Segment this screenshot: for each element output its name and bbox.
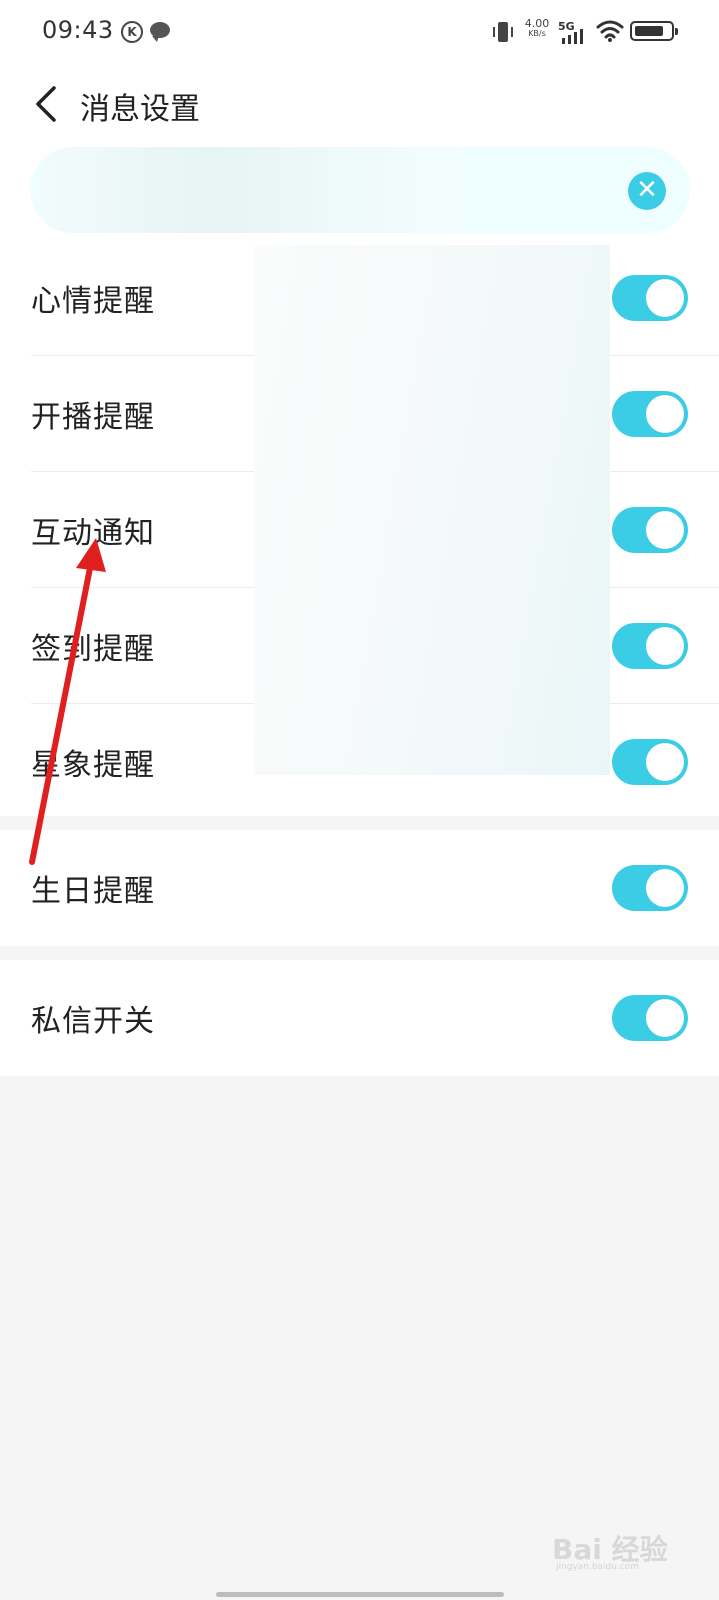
mood-reminder-toggle[interactable] [612, 275, 688, 321]
setting-row-birthday: 生日提醒 [0, 830, 719, 946]
setting-label: 开播提醒 [31, 400, 155, 435]
back-arrow-icon[interactable] [32, 84, 62, 124]
vibrate-icon [493, 22, 513, 42]
settings-group-private-message: 私信开关 [0, 960, 719, 1076]
app-header: 消息设置 [0, 64, 719, 144]
page-title: 消息设置 [80, 92, 200, 127]
setting-label: 签到提醒 [31, 632, 155, 667]
screen: 09:43 K 4.00 KB/s 5G 消息设置 ✕ 心情提醒 开播提醒 互动… [0, 0, 719, 1600]
status-time: 09:43 [42, 16, 114, 44]
setting-label: 星象提醒 [31, 748, 155, 783]
checkin-reminder-toggle[interactable] [612, 623, 688, 669]
banner-close-icon[interactable]: ✕ [628, 172, 666, 210]
setting-row-private-message: 私信开关 [0, 960, 719, 1076]
setting-label: 生日提醒 [31, 874, 155, 909]
wifi-icon [596, 20, 624, 42]
network-speed-unit: KB/s [528, 29, 546, 38]
chat-bubble-icon [150, 22, 170, 42]
promo-banner[interactable] [30, 147, 690, 233]
setting-label: 互动通知 [31, 516, 155, 551]
blurred-overlay [254, 245, 610, 775]
battery-icon [630, 21, 678, 41]
home-indicator[interactable] [216, 1592, 504, 1597]
network-type: 5G [558, 20, 575, 33]
k-app-icon: K [121, 21, 143, 43]
signal-5g-icon: 5G [558, 20, 588, 44]
banner-container [0, 144, 719, 240]
setting-label: 私信开关 [31, 1004, 155, 1039]
setting-label: 心情提醒 [31, 284, 155, 319]
network-speed: 4.00 KB/s [520, 18, 554, 38]
birthday-reminder-toggle[interactable] [612, 865, 688, 911]
baidu-watermark-url: jingyan.baidu.com [556, 1562, 640, 1572]
network-speed-value: 4.00 [524, 17, 550, 30]
live-start-reminder-toggle[interactable] [612, 391, 688, 437]
status-bar: 09:43 K 4.00 KB/s 5G [0, 0, 719, 64]
banner-blurred-content [44, 147, 464, 233]
interaction-notice-toggle[interactable] [612, 507, 688, 553]
horoscope-reminder-toggle[interactable] [612, 739, 688, 785]
settings-group-birthday: 生日提醒 [0, 830, 719, 946]
private-message-toggle[interactable] [612, 995, 688, 1041]
